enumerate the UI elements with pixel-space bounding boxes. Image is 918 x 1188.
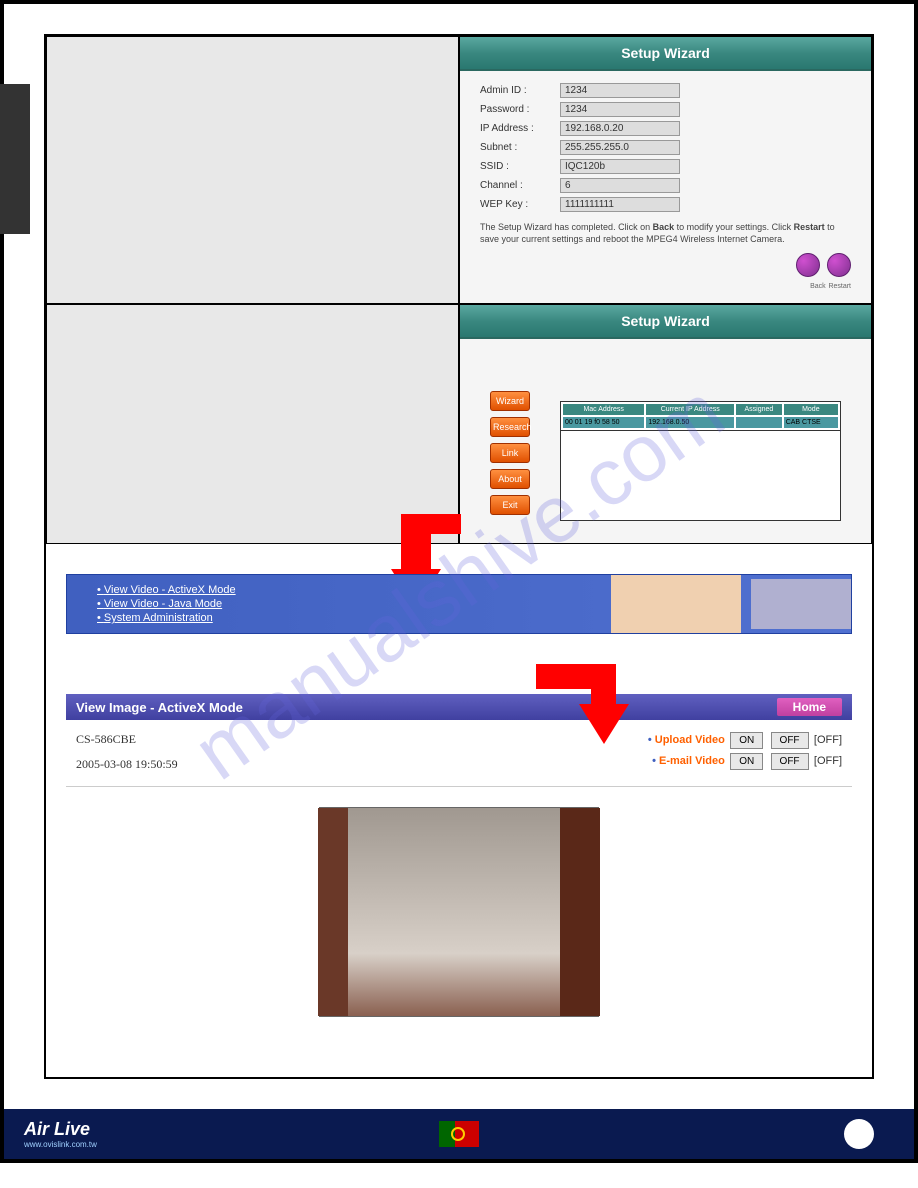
back-button[interactable]: [796, 253, 820, 277]
home-button[interactable]: Home: [777, 698, 842, 716]
ip-address-label: IP Address :: [480, 123, 560, 134]
timestamp: 2005-03-08 19:50:59: [76, 757, 178, 772]
subnet-label: Subnet :: [480, 142, 560, 153]
arrow-icon: [591, 664, 616, 709]
link-view-java[interactable]: View Video - Java Mode: [97, 598, 236, 610]
empty-cell-1: [46, 36, 459, 304]
admin-id-label: Admin ID :: [480, 85, 560, 96]
research-button[interactable]: Research: [490, 417, 530, 437]
brand-url: www.ovislink.com.tw: [24, 1140, 97, 1149]
table-row[interactable]: 00 01 19 f0 58 50 192.168.0.50 CAB CTSE: [563, 417, 838, 428]
channel-label: Channel :: [480, 180, 560, 191]
link-view-activex[interactable]: View Video - ActiveX Mode: [97, 584, 236, 596]
portugal-flag-icon: [439, 1121, 479, 1147]
password-label: Password :: [480, 104, 560, 115]
empty-cell-2: [46, 304, 459, 544]
channel-input[interactable]: 6: [560, 178, 680, 193]
wizard2-title: Setup Wizard: [460, 305, 871, 339]
upload-video-label: Upload Video: [648, 734, 725, 746]
brand-logo: Air Live: [24, 1119, 90, 1139]
wizard-note: The Setup Wizard has completed. Click on…: [480, 222, 851, 245]
email-video-label: E-mail Video: [652, 755, 725, 767]
subnet-input[interactable]: 255.255.255.0: [560, 140, 680, 155]
restart-button[interactable]: [827, 253, 851, 277]
email-off-button[interactable]: OFF: [771, 753, 809, 770]
email-status: [OFF]: [814, 755, 842, 767]
about-button[interactable]: About: [490, 469, 530, 489]
camera-name: CS-586CBE: [76, 732, 178, 747]
upload-on-button[interactable]: ON: [730, 732, 763, 749]
exit-button[interactable]: Exit: [490, 495, 530, 515]
link-system-admin[interactable]: System Administration: [97, 612, 236, 624]
arrow-icon: [401, 514, 461, 534]
footer: Air Live www.ovislink.com.tw: [4, 1109, 914, 1159]
nav-banner: View Video - ActiveX Mode View Video - J…: [66, 574, 852, 634]
upload-status: [OFF]: [814, 734, 842, 746]
language-tab: [0, 84, 30, 234]
video-preview: [319, 807, 599, 1017]
viewer-title: View Image - ActiveX Mode: [76, 700, 243, 715]
link-button[interactable]: Link: [490, 443, 530, 463]
ip-address-input[interactable]: 192.168.0.20: [560, 121, 680, 136]
banner-photo: [611, 575, 741, 633]
wizard-title: Setup Wizard: [460, 37, 871, 71]
ssid-label: SSID :: [480, 161, 560, 172]
wep-key-label: WEP Key :: [480, 199, 560, 210]
arrow-down-icon: [579, 704, 629, 744]
email-on-button[interactable]: ON: [730, 753, 763, 770]
wep-key-input[interactable]: 1111111111: [560, 197, 680, 212]
upload-off-button[interactable]: OFF: [771, 732, 809, 749]
device-list-table: Mac Address Current IP Address Assigned …: [560, 401, 841, 431]
banner-camera-image: [751, 579, 851, 629]
admin-id-input[interactable]: 1234: [560, 83, 680, 98]
password-input[interactable]: 1234: [560, 102, 680, 117]
page-number-circle: [844, 1119, 874, 1149]
wizard-button[interactable]: Wizard: [490, 391, 530, 411]
ssid-input[interactable]: IQC120b: [560, 159, 680, 174]
